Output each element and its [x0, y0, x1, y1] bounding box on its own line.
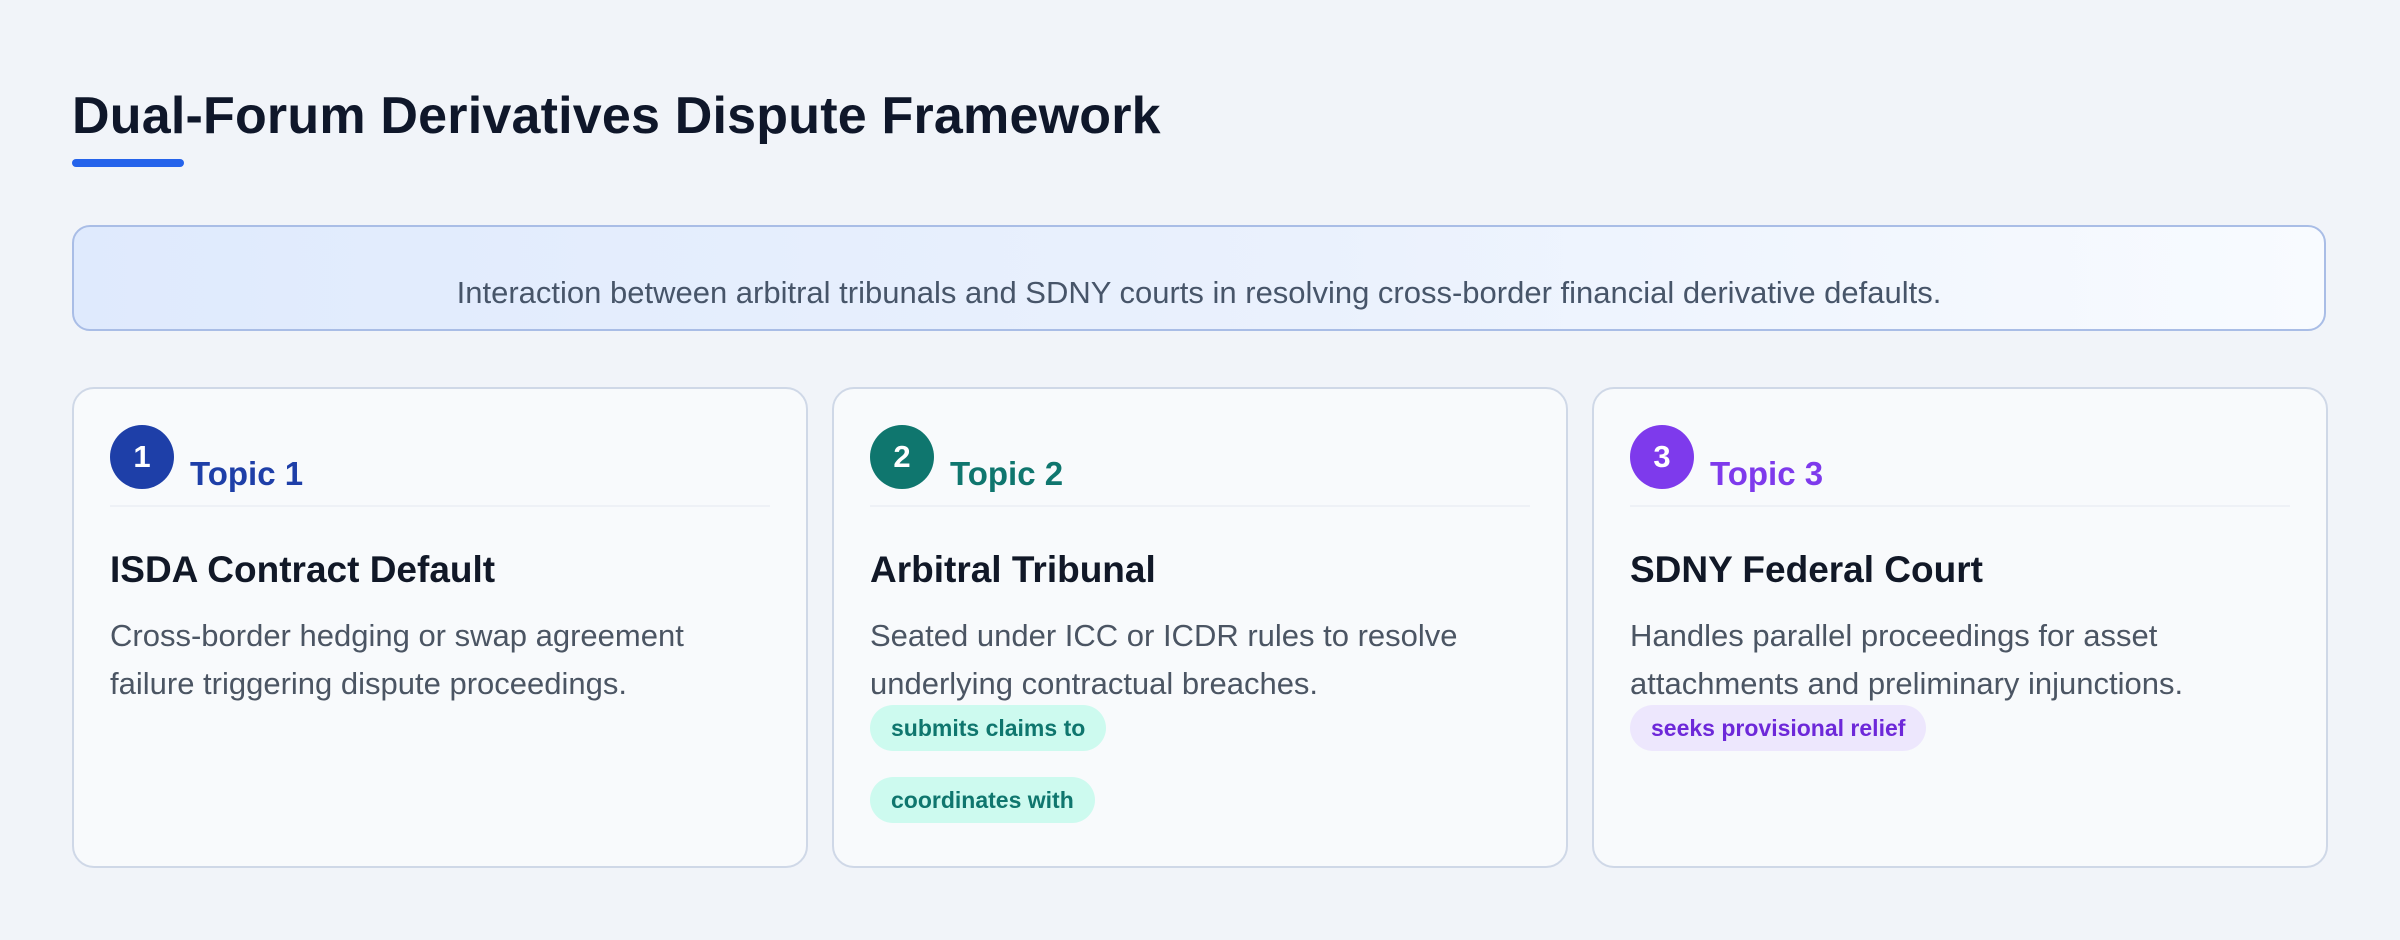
page: Dual-Forum Derivatives Dispute Framework… [0, 0, 2400, 940]
topic-label: Topic 2 [950, 455, 1064, 492]
topic-card-3: 3 Topic 3 SDNY Federal Court Handles par… [1592, 387, 2328, 868]
relation-chip-submits-claims: submits claims to [870, 705, 1107, 751]
topic-label: Topic 3 [1710, 455, 1824, 492]
card-header: 1 Topic 1 [110, 425, 770, 507]
topic-card-1: 1 Topic 1 ISDA Contract Default Cross-bo… [72, 387, 808, 868]
topic-number-badge: 1 [110, 425, 174, 489]
card-heading: ISDA Contract Default [110, 549, 496, 590]
card-description: Seated under ICC or ICDR rules to resolv… [870, 618, 1458, 701]
topic-number-badge: 3 [1630, 425, 1694, 489]
topic-label: Topic 1 [190, 455, 304, 492]
card-description: Cross-border hedging or swap agreement f… [110, 618, 684, 701]
subtitle-banner: Interaction between arbitral tribunals a… [72, 225, 2326, 331]
card-header: 3 Topic 3 [1630, 425, 2290, 507]
card-description: Handles parallel proceedings for asset a… [1630, 618, 2184, 701]
relation-chip-coordinates: coordinates with [870, 777, 1095, 823]
page-title: Dual-Forum Derivatives Dispute Framework [72, 87, 1161, 145]
relation-chip-provisional-relief: seeks provisional relief [1630, 705, 1927, 751]
subtitle-text: Interaction between arbitral tribunals a… [456, 275, 1942, 310]
topic-card-2: 2 Topic 2 Arbitral Tribunal Seated under… [832, 387, 1568, 868]
card-header: 2 Topic 2 [870, 425, 1530, 507]
card-heading: Arbitral Tribunal [870, 549, 1156, 590]
title-underline [72, 159, 184, 167]
topic-number-badge: 2 [870, 425, 934, 489]
card-heading: SDNY Federal Court [1630, 549, 1983, 590]
